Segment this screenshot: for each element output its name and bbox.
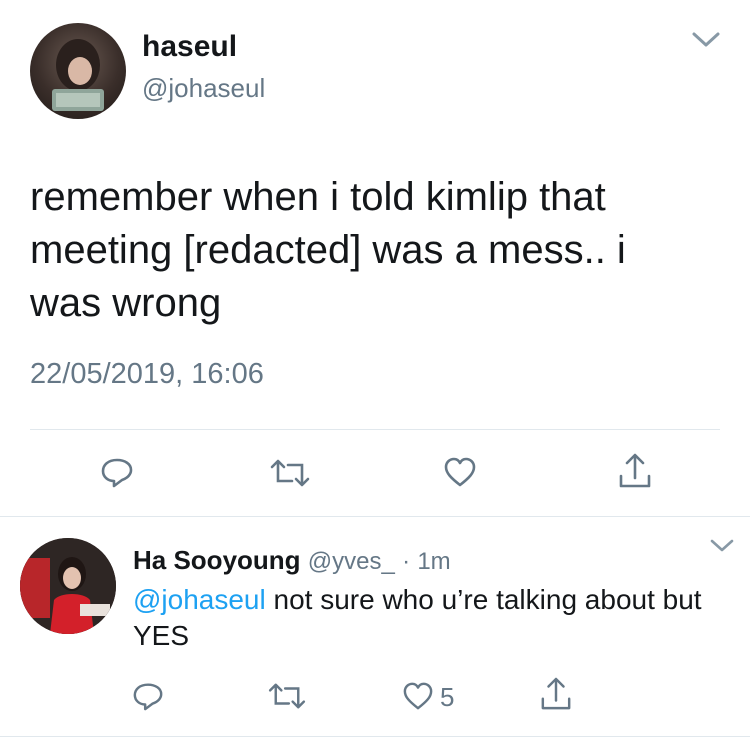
reply-header: Ha Sooyoung @yves_ · 1m (133, 545, 451, 576)
reply-separator: · (402, 548, 411, 575)
reply-display-name[interactable]: Ha Sooyoung (133, 545, 301, 575)
user-handle[interactable]: @johaseul (142, 73, 265, 104)
avatar-ha-sooyoung[interactable] (20, 538, 116, 634)
tweet-separator (0, 516, 750, 517)
reply-reply-icon[interactable] (132, 680, 164, 712)
reply-handle[interactable]: @yves_ (308, 548, 395, 575)
display-name[interactable]: haseul (142, 30, 237, 64)
bottom-divider (0, 736, 750, 737)
tweet-timestamp: 22/05/2019, 16:06 (30, 358, 264, 390)
tweet-text: remember when i told kimlip that meeting… (30, 175, 626, 325)
mention-link[interactable]: @johaseul (133, 584, 266, 615)
heart-icon[interactable] (443, 456, 477, 488)
reply-retweet-icon[interactable] (268, 681, 306, 711)
avatar-haseul[interactable] (30, 23, 126, 119)
reply-time[interactable]: 1m (417, 548, 450, 575)
avatar-image (20, 538, 116, 634)
avatar-image (52, 39, 104, 111)
reply-like-count: 5 (440, 682, 455, 712)
share-icon[interactable] (618, 452, 652, 490)
timestamp-divider (30, 429, 720, 430)
reply-share-icon[interactable] (540, 676, 572, 712)
reply-chevron-down-icon[interactable] (709, 538, 735, 554)
reply-heart-icon[interactable] (402, 681, 434, 711)
chevron-down-icon[interactable] (691, 30, 721, 50)
reply-icon[interactable] (100, 455, 134, 489)
reply-text: @johaseul not sure who u’re talking abou… (133, 582, 723, 654)
retweet-icon[interactable] (270, 457, 310, 489)
